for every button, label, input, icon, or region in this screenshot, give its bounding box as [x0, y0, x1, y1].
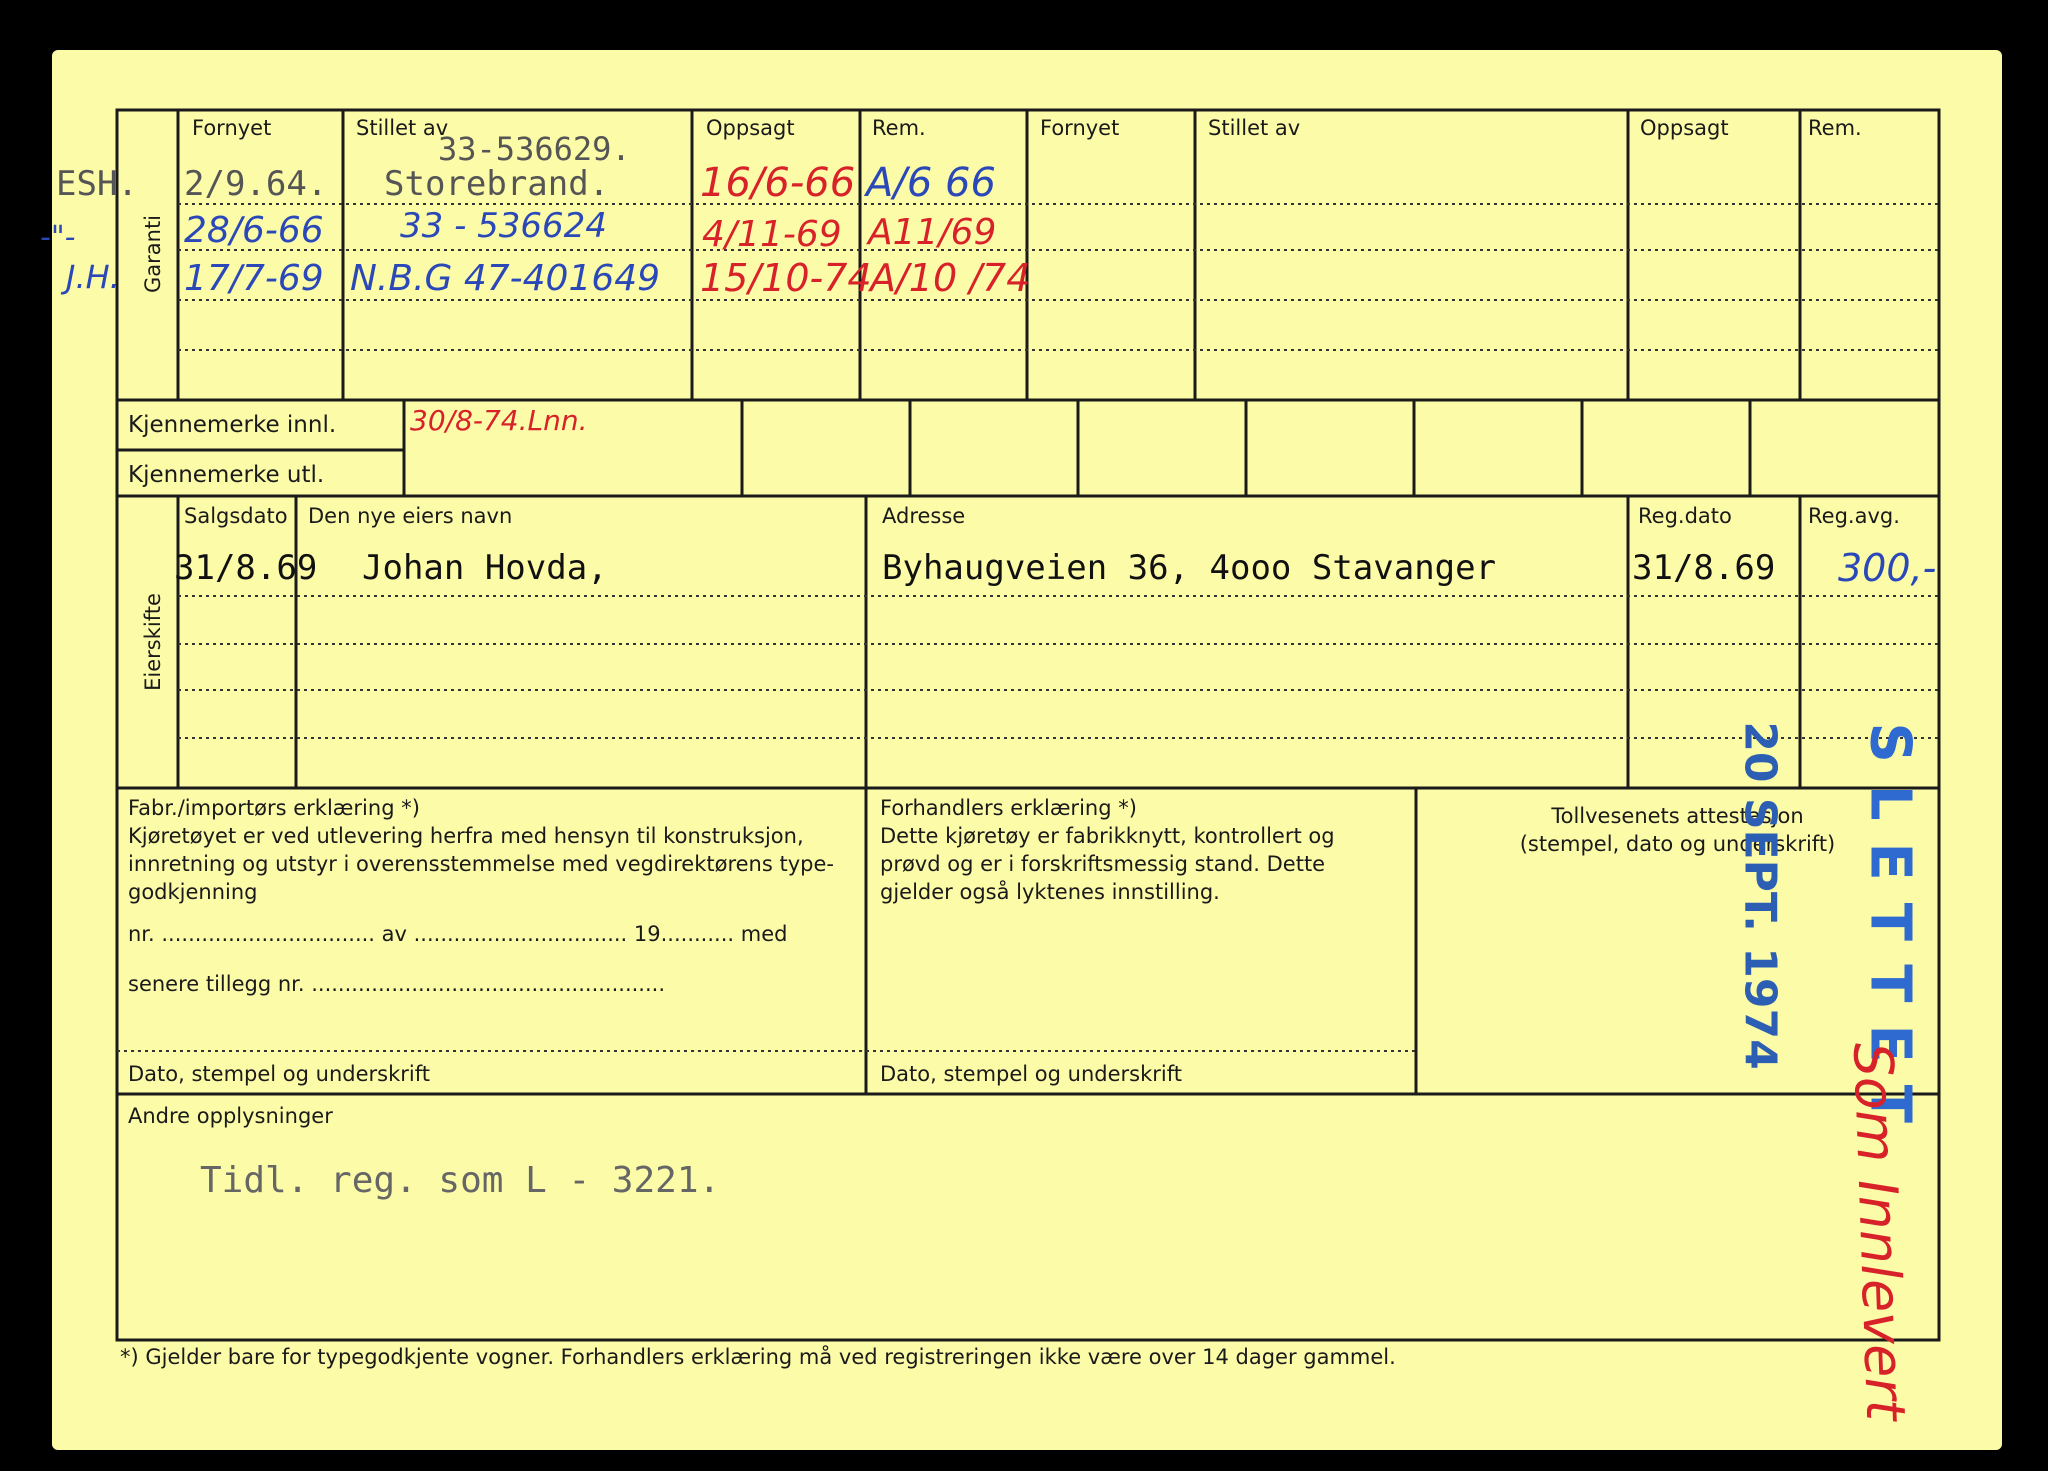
- andre-label: Andre opplysninger: [128, 1104, 333, 1128]
- fabr-text: Kjøretøyet er ved utlevering herfra med …: [128, 824, 834, 904]
- eier-regdato: 31/8.69: [1632, 548, 1776, 588]
- eier-regavg: 300,-: [1838, 546, 1937, 590]
- row1-prefix: ESH.: [56, 164, 138, 204]
- forh-sign-label: Dato, stempel og underskrift: [880, 1062, 1182, 1086]
- row2-prefix: -"-: [40, 220, 76, 255]
- eierskifte-side-label: Eierskifte: [141, 593, 165, 691]
- eier-navn: Johan Hovda,: [362, 548, 608, 588]
- row1-oppsagt: 16/6-66: [700, 160, 856, 206]
- row1-stillet-av: Storebrand.: [384, 164, 610, 204]
- footnote: *) Gjelder bare for typegodkjente vogner…: [120, 1345, 1396, 1369]
- forh-text: Dette kjøretøy er fabrikknytt, kontrolle…: [880, 824, 1335, 904]
- fabr-sign-label: Dato, stempel og underskrift: [128, 1062, 430, 1086]
- header-rem-2: Rem.: [1808, 116, 1862, 140]
- kjennemerke-innl-label: Kjennemerke innl.: [128, 412, 337, 438]
- header-stillet-av-1: Stillet av: [356, 116, 449, 140]
- row2-oppsagt: 4/11-69: [702, 214, 842, 255]
- andre-text: Tidl. reg. som L - 3221.: [200, 1160, 721, 1201]
- row1-policy: 33-536629.: [438, 130, 631, 168]
- kjennemerke-utl-label: Kjennemerke utl.: [128, 462, 325, 488]
- header-regdato: Reg.dato: [1638, 504, 1732, 528]
- header-eiers-navn: Den nye eiers navn: [308, 504, 513, 528]
- header-adresse: Adresse: [882, 504, 966, 528]
- row3-rem: A/10 /74: [870, 256, 1031, 300]
- row3-stillet-av: N.B.G 47-401649: [350, 258, 661, 299]
- header-regavg: Reg.avg.: [1808, 504, 1900, 528]
- header-stillet-av-2: Stillet av: [1208, 116, 1301, 140]
- date-stamp: 20 SEPT. 1974: [1734, 721, 1786, 1070]
- header-fornyet-1: Fornyet: [192, 116, 272, 140]
- row3-oppsagt: 15/10-74: [700, 256, 872, 300]
- forh-title: Forhandlers erklæring *): [880, 796, 1137, 820]
- header-oppsagt-1: Oppsagt: [706, 116, 795, 140]
- fabr-title: Fabr./importørs erklæring *): [128, 796, 420, 820]
- eier-salgsdato: 31/8.69: [174, 548, 318, 588]
- garanti-side-label: Garanti: [141, 214, 165, 294]
- header-rem-1: Rem.: [872, 116, 926, 140]
- header-salgsdato: Salgsdato: [184, 504, 288, 528]
- row2-rem: A11/69: [868, 212, 997, 253]
- eier-adresse: Byhaugveien 36, 4ooo Stavanger: [882, 548, 1497, 588]
- fabr-line-tillegg: senere tillegg nr. .....................…: [128, 972, 666, 996]
- fabr-line-nr: nr. ................................ av …: [128, 922, 788, 946]
- row2-fornyet: 28/6-66: [184, 210, 324, 251]
- kjennemerke-innl-note: 30/8-74.Lnn.: [410, 404, 588, 437]
- row1-fornyet: 2/9.64.: [184, 164, 328, 204]
- row3-prefix: J.H.: [66, 258, 120, 296]
- header-oppsagt-2: Oppsagt: [1640, 116, 1729, 140]
- header-fornyet-2: Fornyet: [1040, 116, 1120, 140]
- row2-stillet-av: 33 - 536624: [400, 206, 607, 246]
- handwritten-note: Som Innlevert: [1841, 1041, 1918, 1422]
- row1-rem: A/6 66: [866, 160, 996, 206]
- row3-fornyet: 17/7-69: [184, 258, 324, 299]
